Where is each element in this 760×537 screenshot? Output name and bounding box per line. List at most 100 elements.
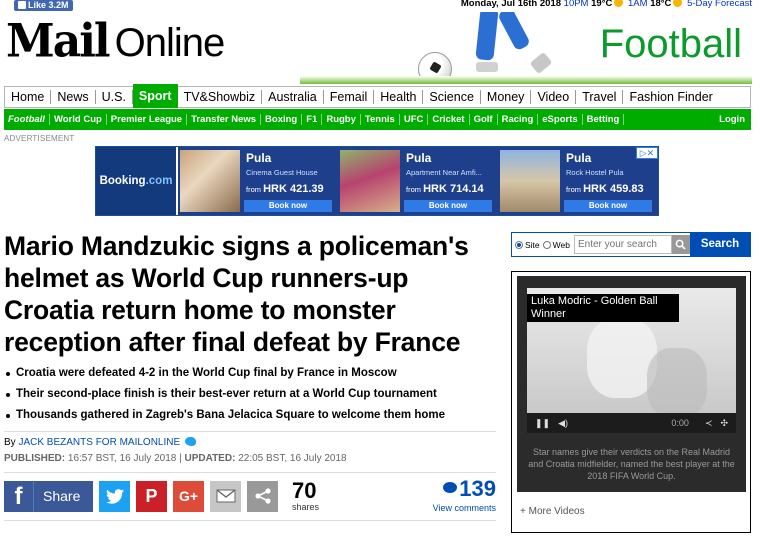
speech-bubble-icon <box>443 482 458 493</box>
share-count: 70 shares <box>292 478 332 513</box>
logo-mail: Mail <box>6 14 111 69</box>
comment-count-number: 139 <box>459 476 496 501</box>
price-value: HRK 714.14 <box>423 183 484 195</box>
pinterest-icon: P <box>145 485 158 506</box>
nav-item-health[interactable]: Health <box>374 90 424 104</box>
summary-bullet: Thousands gathered in Zagreb's Bana Jela… <box>6 405 501 426</box>
publish-dates: PUBLISHED: 16:57 BST, 16 July 2018 | UPD… <box>4 453 347 464</box>
ad-card[interactable]: Pula Cinema Guest House from HRK 421.39 … <box>178 147 338 215</box>
volume-icon[interactable]: ◀) <box>558 418 568 429</box>
nav-item-australia[interactable]: Australia <box>262 90 324 104</box>
ad-card-city: Pula <box>406 151 432 165</box>
booking-brand: Booking <box>99 175 146 187</box>
subnav-item-transfer-news[interactable]: Transfer News <box>187 114 262 125</box>
author-link[interactable]: JACK BEZANTS FOR MAILONLINE <box>18 437 180 448</box>
ad-card-name: Apartment Near Amfi... <box>406 168 482 177</box>
subnav-item-cricket[interactable]: Cricket <box>428 114 470 125</box>
subnav-item-f1[interactable]: F1 <box>302 114 323 125</box>
book-now-button[interactable]: Book now <box>564 200 652 212</box>
email-share-button[interactable] <box>210 480 241 512</box>
top-strip: Like 3.2M Monday, Jul 16th 2018 10PM 19°… <box>0 0 760 12</box>
ad-card[interactable]: Pula Apartment Near Amfi... from HRK 714… <box>338 147 498 215</box>
player-leg-image <box>475 12 499 61</box>
mailonline-logo[interactable]: Mail Online <box>6 14 225 69</box>
ad-card-city: Pula <box>566 151 592 165</box>
player-boot-image <box>529 51 553 75</box>
share-nodes-icon <box>254 488 271 504</box>
subnav-item-betting[interactable]: Betting <box>583 114 625 125</box>
pm-time: 10PM <box>563 0 589 9</box>
am-time: 1AM <box>628 0 648 9</box>
video-controls: ❚❚ ◀) 0:00 ≺ ✣ <box>527 413 736 433</box>
more-videos-link[interactable]: + More Videos <box>520 506 585 517</box>
date-weather: Monday, Jul 16th 2018 10PM 19°C 1AM 18°C… <box>461 0 752 9</box>
nav-item-travel[interactable]: Travel <box>576 90 624 104</box>
book-now-button[interactable]: Book now <box>244 200 332 212</box>
facebook-share-button[interactable]: f Share <box>4 480 93 512</box>
price-from: from <box>406 185 421 194</box>
subnav-item-boxing[interactable]: Boxing <box>261 114 303 125</box>
googleplus-share-button[interactable]: G+ <box>173 480 204 512</box>
nav-item-sport[interactable]: Sport <box>132 83 178 108</box>
nav-item-news[interactable]: News <box>51 90 96 104</box>
video-still <box>647 348 707 413</box>
search-scope-web[interactable]: Web <box>542 239 570 250</box>
twitter-share-button[interactable] <box>99 480 130 512</box>
facebook-share-label: Share <box>43 488 81 504</box>
nav-item-femail[interactable]: Femail <box>324 90 375 104</box>
ad-card-name: Cinema Guest House <box>246 168 318 177</box>
updated-label: UPDATED: <box>184 453 236 464</box>
published-time: 16:57 BST, 16 July 2018 <box>67 453 177 464</box>
subnav-item-world-cup[interactable]: World Cup <box>50 114 107 125</box>
nav-item-home[interactable]: Home <box>5 90 52 104</box>
pause-icon[interactable]: ❚❚ <box>535 418 550 429</box>
divider <box>4 520 496 521</box>
nav-item-money[interactable]: Money <box>481 90 532 104</box>
facebook-like-button[interactable]: Like 3.2M <box>14 0 73 11</box>
football-channel-banner[interactable]: Football <box>300 12 752 84</box>
advertisement-label: ADVERTISEMENT <box>4 134 75 143</box>
share-count-number: 70 <box>292 478 317 503</box>
pinterest-share-button[interactable]: P <box>136 480 167 512</box>
search-scope-site[interactable]: Site <box>515 240 540 250</box>
facebook-like-label: Like 3.2M <box>28 0 69 10</box>
subnav-item-rugby[interactable]: Rugby <box>322 114 361 125</box>
search-icon[interactable] <box>671 235 690 254</box>
subnav-item-football[interactable]: Football <box>4 114 50 125</box>
ad-card[interactable]: Pula Rock Hostel Pula from HRK 459.83 Bo… <box>498 147 658 215</box>
published-label: PUBLISHED: <box>4 453 66 464</box>
main-nav: Home News U.S. Sport TV&Showbiz Australi… <box>4 83 751 108</box>
subnav-item-tennis[interactable]: Tennis <box>361 114 400 125</box>
adchoices-icon[interactable]: ▷✕ <box>636 147 658 159</box>
twitter-bird-icon[interactable] <box>184 437 196 446</box>
more-share-button[interactable] <box>247 480 278 512</box>
nav-item-science[interactable]: Science <box>423 90 481 104</box>
forecast-link[interactable]: 5-Day Forecast <box>687 0 752 9</box>
login-link[interactable]: Login <box>719 114 751 125</box>
subnav-item-ufc[interactable]: UFC <box>400 114 429 125</box>
settings-icon[interactable]: ✣ <box>720 418 728 429</box>
search-button[interactable]: Search <box>689 233 750 256</box>
hotel-photo <box>180 150 240 212</box>
search-input[interactable] <box>573 235 672 254</box>
subnav-item-golf[interactable]: Golf <box>470 114 498 125</box>
comments-link[interactable]: 139 View comments <box>424 476 496 514</box>
subnav-item-racing[interactable]: Racing <box>498 114 539 125</box>
subnav-item-esports[interactable]: eSports <box>538 114 583 125</box>
booking-ad[interactable]: Booking .com Pula Cinema Guest House from… <box>95 146 659 216</box>
subnav-item-premier-league[interactable]: Premier League <box>107 114 188 125</box>
channel-title: Football <box>599 22 742 66</box>
ad-card-price: from HRK 459.83 <box>566 183 644 195</box>
price-value: HRK 459.83 <box>583 183 644 195</box>
byline-prefix: By <box>4 437 16 448</box>
share-icon[interactable]: ≺ <box>705 418 713 429</box>
nav-item-video[interactable]: Video <box>531 90 577 104</box>
nav-item-tvshowbiz[interactable]: TV&Showbiz <box>178 90 263 104</box>
video-player[interactable]: Luka Modric - Golden Ball Winner ❚❚ ◀) 0… <box>517 276 746 492</box>
book-now-button[interactable]: Book now <box>404 200 492 212</box>
video-title: Luka Modric - Golden Ball Winner <box>527 294 679 322</box>
video-caption: Star names give their verdicts on the Re… <box>528 447 735 481</box>
nav-item-us[interactable]: U.S. <box>96 90 133 104</box>
nav-item-fashion-finder[interactable]: Fashion Finder <box>623 90 718 104</box>
scope-web-label: Web <box>552 239 570 250</box>
